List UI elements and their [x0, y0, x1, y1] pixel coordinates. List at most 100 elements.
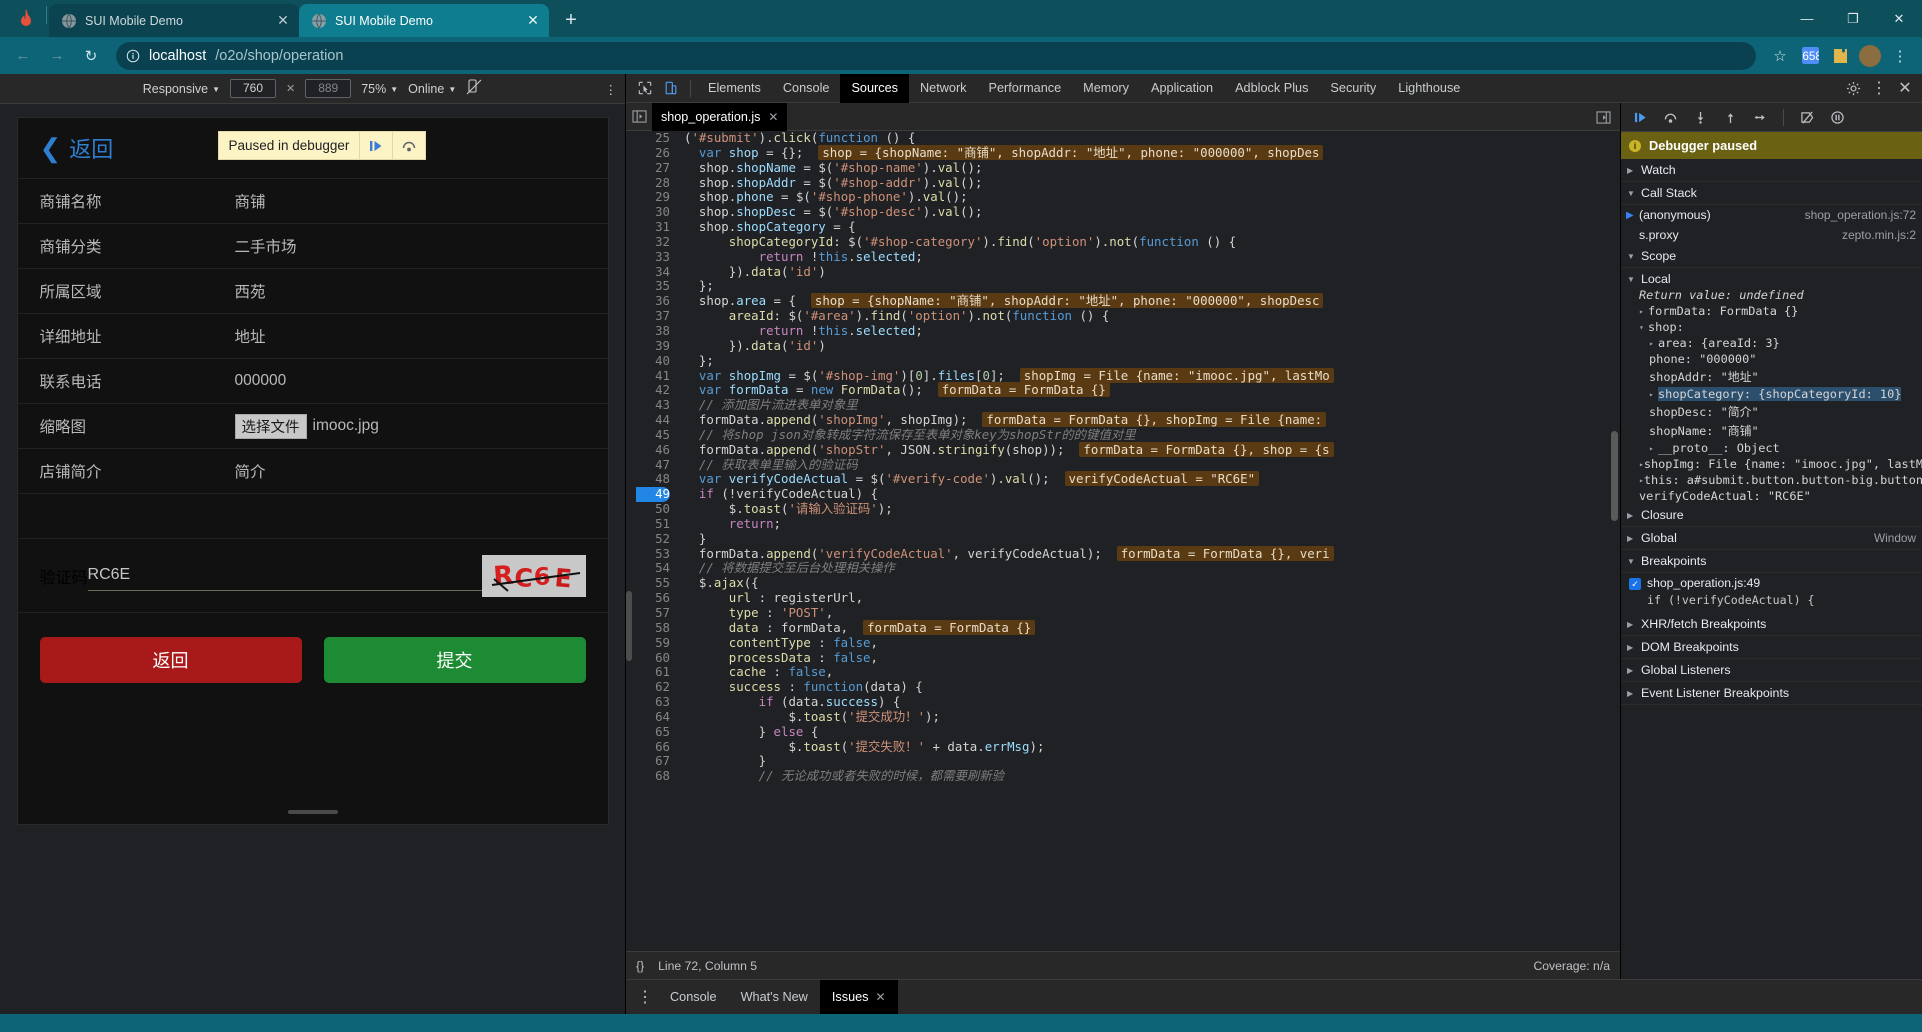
- field-value[interactable]: 地址: [235, 325, 608, 347]
- profile-avatar[interactable]: [1856, 42, 1884, 70]
- browser-tab-2[interactable]: SUI Mobile Demo ✕: [299, 4, 549, 37]
- field-value[interactable]: 选择文件 imooc.jpg: [234, 413, 608, 439]
- section-xhr-breakpoints[interactable]: ▶ XHR/fetch Breakpoints: [1621, 613, 1922, 636]
- field-value[interactable]: 简介: [235, 460, 608, 482]
- call-stack-row[interactable]: s.proxy zepto.min.js:2: [1621, 225, 1922, 245]
- close-window-button[interactable]: ✕: [1876, 0, 1922, 37]
- resume-icon[interactable]: [1627, 104, 1653, 130]
- expand-triangle-icon[interactable]: ▸: [1649, 339, 1658, 348]
- tab-network[interactable]: Network: [909, 74, 978, 103]
- breakpoint-checkbox[interactable]: ✓: [1629, 578, 1641, 590]
- info-icon[interactable]: [126, 49, 140, 63]
- forward-button[interactable]: →: [42, 41, 72, 71]
- viewport-width-input[interactable]: 760: [230, 79, 276, 98]
- tab-console[interactable]: Console: [772, 74, 841, 103]
- step-over-icon[interactable]: [392, 132, 425, 159]
- tab-application[interactable]: Application: [1140, 74, 1224, 103]
- section-event-listener-breakpoints[interactable]: ▶ Event Listener Breakpoints: [1621, 682, 1922, 705]
- expand-triangle-icon[interactable]: ▾: [1639, 323, 1648, 332]
- tab-performance[interactable]: Performance: [978, 74, 1073, 103]
- scope-variable[interactable]: ▸ __proto__: Object: [1621, 440, 1922, 456]
- submit-button[interactable]: 提交: [323, 637, 586, 683]
- section-global[interactable]: ▶ Global Window: [1621, 527, 1922, 550]
- code-editor[interactable]: 25 ('#submit').click(function () { 26 var…: [626, 131, 1620, 951]
- call-stack-row[interactable]: ▶ (anonymous) shop_operation.js:72: [1621, 205, 1922, 225]
- tab-elements[interactable]: Elements: [697, 74, 772, 103]
- device-selector[interactable]: Responsive ▼: [143, 82, 220, 96]
- source-file-close-icon[interactable]: ✕: [768, 110, 778, 124]
- section-global-listeners[interactable]: ▶ Global Listeners: [1621, 659, 1922, 682]
- zoom-selector[interactable]: 75% ▼: [361, 82, 398, 96]
- section-watch[interactable]: ▶ Watch: [1621, 159, 1922, 182]
- expand-triangle-icon[interactable]: ▸: [1649, 444, 1658, 453]
- inspect-icon[interactable]: [632, 75, 658, 101]
- field-value[interactable]: 二手市场: [235, 235, 608, 257]
- field-value[interactable]: 商铺: [235, 190, 608, 212]
- back-button[interactable]: ←: [8, 41, 38, 71]
- address-bar[interactable]: localhost/o2o/shop/operation: [116, 41, 1756, 70]
- tab-memory[interactable]: Memory: [1072, 74, 1140, 103]
- section-call-stack[interactable]: ▼ Call Stack: [1621, 182, 1922, 205]
- scope-variable[interactable]: shopAddr: "地址": [1621, 367, 1922, 386]
- throttling-selector[interactable]: Online ▼: [408, 82, 456, 96]
- field-value[interactable]: 西苑: [235, 280, 608, 302]
- browser-menu-kebab-icon[interactable]: ⋮: [1886, 42, 1914, 70]
- reload-button[interactable]: ↻: [76, 41, 106, 71]
- form-row-description[interactable]: 店铺简介 简介: [17, 449, 608, 494]
- scope-variable[interactable]: ▸ area: {areaId: 3}: [1621, 335, 1922, 351]
- pause-on-exceptions-icon[interactable]: [1824, 104, 1850, 130]
- drawer-tab-issues[interactable]: Issues ✕: [819, 979, 898, 1015]
- minimize-button[interactable]: —: [1784, 0, 1830, 37]
- scope-variable[interactable]: verifyCodeActual: "RC6E": [1621, 488, 1922, 504]
- drawer-tab-console[interactable]: Console: [658, 980, 729, 1015]
- expand-triangle-icon[interactable]: ▸: [1639, 307, 1648, 316]
- device-toolbar-kebab-icon[interactable]: ⋮: [605, 74, 618, 104]
- source-file-tab[interactable]: shop_operation.js ✕: [652, 102, 788, 131]
- extension-puzzle-icon[interactable]: [1826, 42, 1854, 70]
- form-row-area[interactable]: 所属区域 西苑: [17, 269, 608, 314]
- form-row-verify-code[interactable]: 验证码 R C 6 E: [17, 539, 608, 613]
- tab-close-icon[interactable]: ✕: [275, 12, 291, 29]
- section-dom-breakpoints[interactable]: ▶ DOM Breakpoints: [1621, 636, 1922, 659]
- form-row-shop-category[interactable]: 商铺分类 二手市场: [17, 224, 608, 269]
- new-tab-button[interactable]: +: [557, 6, 585, 34]
- captcha-image[interactable]: R C 6 E: [481, 554, 586, 597]
- gear-icon[interactable]: [1840, 75, 1866, 101]
- show-navigator-icon[interactable]: [626, 104, 652, 130]
- bookmark-star-icon[interactable]: ☆: [1766, 42, 1794, 70]
- back-button[interactable]: 返回: [39, 637, 302, 683]
- source-code[interactable]: 25 ('#submit').click(function () { 26 var…: [636, 131, 1620, 784]
- scope-variable[interactable]: ▾ shop:: [1621, 319, 1922, 335]
- translate-icon[interactable]: \u6587: [1796, 42, 1824, 70]
- editor-mini-scrollbar[interactable]: [626, 591, 632, 661]
- page-back-link[interactable]: ❮ 返回: [40, 132, 114, 164]
- tab-adblock-plus[interactable]: Adblock Plus: [1224, 74, 1319, 103]
- form-row-address[interactable]: 详细地址 地址: [17, 314, 608, 359]
- deactivate-breakpoints-icon[interactable]: [1794, 104, 1820, 130]
- expand-triangle-icon[interactable]: ▸: [1649, 390, 1658, 399]
- maximize-button[interactable]: ❐: [1830, 0, 1876, 37]
- scope-variable[interactable]: shopName: "商铺": [1621, 421, 1922, 440]
- step-out-icon[interactable]: [1717, 104, 1743, 130]
- viewport-height-input[interactable]: 889: [305, 79, 352, 98]
- scope-variable[interactable]: ▸ shopImg: File {name: "imooc.jpg", lastM…: [1621, 456, 1922, 472]
- rotate-icon[interactable]: [466, 79, 482, 98]
- scope-variable[interactable]: shopDesc: "简介": [1621, 402, 1922, 421]
- scope-local-header[interactable]: ▼ Local: [1621, 268, 1922, 287]
- drawer-kebab-icon[interactable]: ⋮: [632, 984, 658, 1010]
- scope-variable[interactable]: ▸ formData: FormData {}: [1621, 303, 1922, 319]
- tab-security[interactable]: Security: [1319, 74, 1387, 103]
- devtools-close-icon[interactable]: ✕: [1892, 75, 1918, 101]
- tab-lighthouse[interactable]: Lighthouse: [1387, 74, 1471, 103]
- show-debugger-sidebar-icon[interactable]: [1590, 104, 1616, 130]
- devtools-kebab-icon[interactable]: ⋮: [1866, 75, 1892, 101]
- scope-variable[interactable]: Return value: undefined: [1621, 287, 1922, 303]
- scope-variable[interactable]: ▸ shopCategory: {shopCategoryId: 10}: [1621, 386, 1922, 402]
- browser-tab-1[interactable]: SUI Mobile Demo ✕: [49, 4, 299, 37]
- tab-close-icon[interactable]: ✕: [525, 12, 541, 29]
- scope-variable[interactable]: phone: "000000": [1621, 351, 1922, 367]
- drawer-tab-close-icon[interactable]: ✕: [876, 990, 886, 1004]
- verify-code-input[interactable]: [87, 560, 482, 591]
- step-over-icon[interactable]: [1657, 104, 1683, 130]
- form-row-thumbnail[interactable]: 缩略图 选择文件 imooc.jpg: [17, 404, 608, 449]
